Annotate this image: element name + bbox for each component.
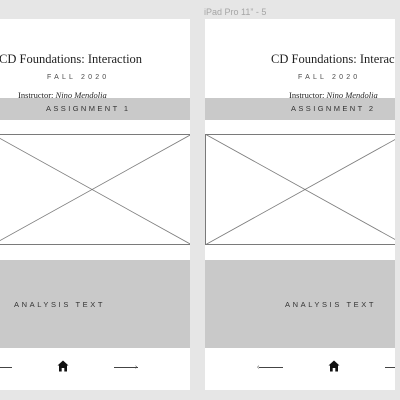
analysis-label: ANALYSIS TEXT xyxy=(14,300,106,309)
home-icon[interactable] xyxy=(328,360,340,372)
home-icon[interactable] xyxy=(57,360,69,372)
artboard-label[interactable]: iPad Pro 11” - 5 xyxy=(204,7,266,17)
image-placeholder xyxy=(205,134,395,245)
artboard-1[interactable]: CD Foundations: Interaction FALL 2020 In… xyxy=(0,19,190,390)
image-placeholder-cross xyxy=(0,134,190,245)
course-title: CD Foundations: Interaction xyxy=(0,52,143,66)
prev-arrow[interactable] xyxy=(0,367,12,368)
assignment-bar[interactable]: ASSIGNMENT 1 xyxy=(0,98,190,120)
next-arrow[interactable] xyxy=(385,367,395,368)
analysis-text-box[interactable]: ANALYSIS TEXT xyxy=(0,260,190,348)
image-placeholder xyxy=(0,134,190,245)
assignment-label[interactable]: ASSIGNMENT 1 xyxy=(46,104,131,113)
analysis-text-box[interactable]: ANALYSIS TEXT xyxy=(205,260,395,348)
analysis-label: ANALYSIS TEXT xyxy=(285,300,377,309)
course-title: CD Foundations: Interaction xyxy=(271,52,395,66)
assignment-label[interactable]: ASSIGNMENT 2 xyxy=(291,104,376,113)
image-placeholder-cross xyxy=(205,134,395,245)
artboard-2[interactable]: CD Foundations: Interaction FALL 2020 In… xyxy=(205,19,395,390)
prev-arrow[interactable] xyxy=(259,367,283,368)
term-label: FALL 2020 xyxy=(47,74,110,81)
next-arrow-head: › xyxy=(135,364,138,371)
assignment-bar[interactable]: ASSIGNMENT 2 xyxy=(205,98,395,120)
term-label: FALL 2020 xyxy=(298,74,361,81)
